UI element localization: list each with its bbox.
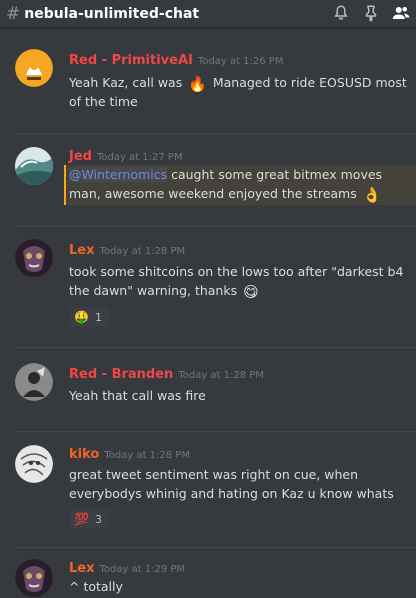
reaction-count: 1 [94,310,102,324]
avatar[interactable] [15,49,53,87]
message-content: Yeah Kaz, call was 🔥 Managed to ride EOS… [69,73,407,111]
message-text: Yeah that call was fire [69,388,206,403]
message-text: man, awesome weekend enjoyed the streams [69,186,361,201]
user-mention[interactable]: @Winternomics [69,167,168,182]
avatar[interactable] [15,363,53,401]
reaction-button[interactable]: 💯 3 [69,509,109,529]
message-item: Lex Today at 1:29 PM ^ totally [0,553,416,598]
message-text: the dawn" warning, thanks [69,283,242,298]
message-divider [14,431,416,432]
header-toolbar [332,4,410,22]
author-name[interactable]: kiko [69,447,99,462]
hundred-emoji: 💯 [74,511,89,526]
fire-emoji: 🔥 [188,75,207,93]
ok-hand-emoji: 👌 [362,186,382,204]
message-divider [14,133,416,134]
author-name[interactable]: Red - Branden [69,367,173,382]
message-text: ^ totally [69,579,123,594]
message-text: of the time [69,94,138,109]
message-item: Red - PrimitiveAI Today at 1:26 PM Yeah K… [0,43,416,123]
author-name[interactable]: Lex [69,561,95,576]
channel-name[interactable]: nebula-unlimited-chat [24,6,199,22]
message-list[interactable]: Red - PrimitiveAI Today at 1:26 PM Yeah K… [0,29,416,598]
reaction-button[interactable]: 🤑 1 [69,307,109,327]
message-timestamp: Today at 1:28 PM [104,450,190,461]
avatar-wave-icon [15,147,53,185]
author-name[interactable]: Lex [69,243,95,258]
message-timestamp: Today at 1:28 PM [99,246,186,257]
author-name[interactable]: Red - PrimitiveAI [69,53,193,68]
author-name[interactable]: Jed [69,149,92,164]
reaction-count: 3 [94,512,102,526]
message-author[interactable]: Lex Today at 1:28 PM [69,243,185,258]
message-author[interactable]: Red - Branden Today at 1:28 PM [69,367,264,382]
message-divider [14,347,416,348]
message-item: Red - Branden Today at 1:28 PM Yeah that … [0,355,416,425]
message-author[interactable]: Jed Today at 1:27 PM [69,149,183,164]
message-text: great tweet sentiment was right on cue, … [69,467,359,482]
message-timestamp: Today at 1:28 PM [178,370,264,381]
message-content: Yeah that call was fire [69,386,407,405]
message-timestamp: Today at 1:27 PM [96,152,183,163]
avatar-mask-icon [15,559,53,597]
message-text: caught some great bitmex moves [167,167,383,182]
message-text: everybodys whinig and hating on Kaz u kn… [69,486,394,520]
avatar[interactable] [15,559,53,597]
members-icon[interactable] [392,4,410,22]
message-item: Lex Today at 1:28 PM took some shitcoins … [0,233,416,343]
avatar[interactable] [15,445,53,483]
message-item: kiko Today at 1:28 PM great tweet sentime… [0,439,416,549]
message-author[interactable]: Lex Today at 1:29 PM [69,561,185,576]
avatar[interactable] [15,147,53,185]
channel-header: # nebula-unlimited-chat [0,0,416,28]
yum-emoji: 😋 [243,283,259,301]
avatar-sketch-icon [15,445,53,483]
bell-icon[interactable] [332,4,350,22]
message-divider [14,547,416,548]
message-text: Managed to ride EOSUSD most [208,75,407,90]
pin-icon[interactable] [362,4,380,22]
avatar[interactable] [15,239,53,277]
message-content: @Winternomics caught some great bitmex m… [69,165,407,203]
message-content: great tweet sentiment was right on cue, … [69,465,407,522]
message-text: took some shitcoins on the lows too afte… [69,264,404,279]
message-content: ^ totally [69,577,407,596]
mention-highlight: @Winternomics caught some great bitmex m… [64,165,416,205]
message-timestamp: Today at 1:29 PM [99,564,186,575]
avatar-primitive-icon [15,49,53,87]
avatar-person-icon [15,363,53,401]
avatar-mask-icon [15,239,53,277]
message-divider [14,226,416,227]
message-timestamp: Today at 1:26 PM [197,56,284,67]
message-author[interactable]: kiko Today at 1:28 PM [69,447,190,462]
message-item: Jed Today at 1:27 PM @Winternomics caught… [0,141,416,225]
channel-hash-icon: # [6,3,21,24]
message-text: Yeah Kaz, call was [69,75,187,90]
message-content: took some shitcoins on the lows too afte… [69,262,407,300]
message-author[interactable]: Red - PrimitiveAI Today at 1:26 PM [69,53,283,68]
money-mouth-emoji: 🤑 [74,309,89,324]
